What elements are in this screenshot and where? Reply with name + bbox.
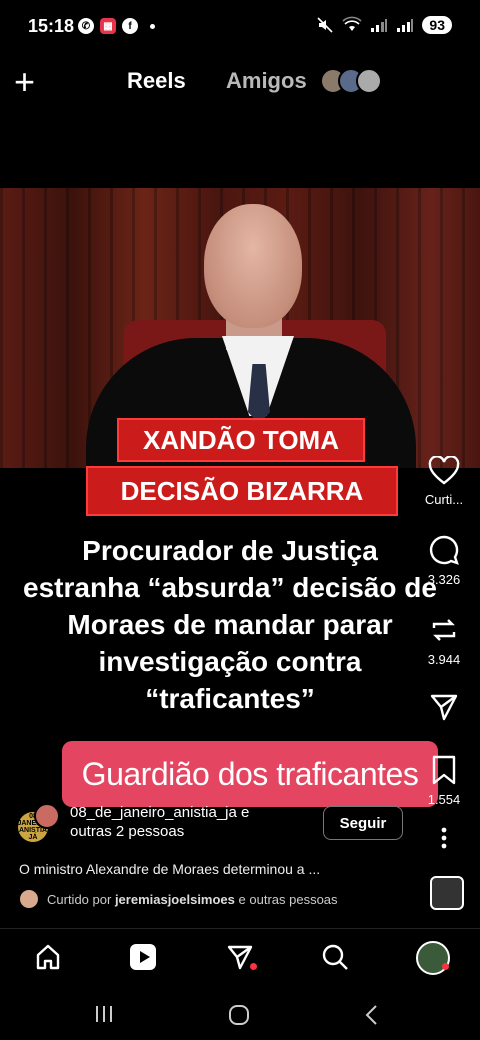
audio-thumbnail[interactable] xyxy=(430,876,464,910)
repost-button[interactable]: 3.944 xyxy=(414,614,474,667)
signal-icon-2 xyxy=(397,19,414,32)
whatsapp-icon: ✆ xyxy=(78,18,94,34)
share-button[interactable] xyxy=(414,692,474,722)
repost-count: 3.944 xyxy=(427,652,461,667)
notification-dot xyxy=(250,963,257,970)
status-bar: 15:18 ✆ ▦ f 93 xyxy=(0,0,480,56)
wifi-icon xyxy=(342,16,362,31)
tab-reels[interactable]: Reels xyxy=(127,68,186,94)
heart-icon xyxy=(428,456,460,485)
save-count: 1.554 xyxy=(427,792,461,807)
back-icon[interactable] xyxy=(364,1004,380,1026)
reels-icon[interactable] xyxy=(129,943,157,971)
save-button[interactable]: 1.554 xyxy=(414,754,474,807)
mute-icon xyxy=(317,17,333,33)
comment-button[interactable]: 3.326 xyxy=(414,534,474,587)
facebook-icon: f xyxy=(122,18,138,34)
video-person-head xyxy=(204,204,302,328)
battery-level: 93 xyxy=(422,16,452,34)
liked-suffix: e outras pessoas xyxy=(238,892,338,907)
post-caption[interactable]: O ministro Alexandre de Moraes determino… xyxy=(19,861,320,877)
send-icon xyxy=(430,694,458,721)
plus-icon[interactable]: + xyxy=(14,64,35,100)
liked-user: jeremiasjoelsimoes xyxy=(114,892,235,907)
profile-notification-dot xyxy=(442,963,449,970)
like-label: Curti... xyxy=(424,492,464,507)
system-nav xyxy=(0,988,480,1040)
bookmark-icon xyxy=(432,755,456,785)
signal-icon xyxy=(371,19,388,32)
repost-icon xyxy=(432,619,456,641)
liked-by-avatar xyxy=(20,890,38,908)
home-system-icon[interactable] xyxy=(228,1004,250,1026)
home-icon[interactable] xyxy=(34,943,62,971)
video-caption-line1: XANDÃO TOMA xyxy=(117,418,365,462)
more-notifications-dot xyxy=(150,23,155,29)
follow-button[interactable]: Seguir xyxy=(323,806,403,840)
author-names[interactable]: 08_de_janeiro_anistia_ja e outras 2 pess… xyxy=(70,803,249,841)
notification-icons: ✆ ▦ f xyxy=(78,18,155,34)
recent-apps-icon[interactable] xyxy=(94,1004,114,1024)
bottom-nav xyxy=(0,928,480,989)
more-options-button[interactable] xyxy=(414,826,474,850)
comment-icon xyxy=(429,535,459,565)
search-icon[interactable] xyxy=(321,943,349,971)
video-headline: Procurador de Justiça estranha “absurda”… xyxy=(23,535,437,714)
author-line1: 08_de_janeiro_anistia_ja e xyxy=(70,804,250,821)
video-caption-line2: DECISÃO BIZARRA xyxy=(86,466,398,516)
app-notification-icon: ▦ xyxy=(100,18,116,34)
like-button[interactable]: Curti... xyxy=(414,456,474,507)
pink-banner: Guardião dos traficantes xyxy=(62,741,438,807)
friend-avatar xyxy=(356,68,382,94)
comment-count: 3.326 xyxy=(427,572,461,587)
status-time: 15:18 xyxy=(28,16,75,36)
system-status: 93 xyxy=(316,16,452,34)
tab-amigos[interactable]: Amigos xyxy=(226,68,307,94)
friends-avatars[interactable] xyxy=(320,68,382,94)
more-icon xyxy=(441,827,447,849)
liked-by[interactable]: Curtido por jeremiasjoelsimoes e outras … xyxy=(47,892,338,907)
author-line2: outras 2 pessoas xyxy=(70,823,185,840)
coauthor-avatar[interactable] xyxy=(34,803,60,829)
liked-prefix: Curtido por xyxy=(47,892,112,907)
